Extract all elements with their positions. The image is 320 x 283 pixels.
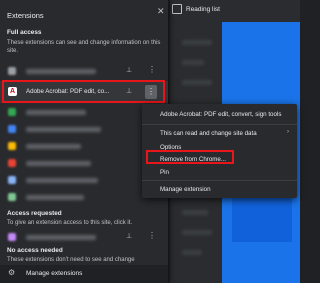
extension-icon bbox=[8, 159, 16, 167]
extension-name-blurred bbox=[26, 110, 86, 115]
reading-list-button[interactable]: Reading list bbox=[172, 2, 220, 16]
highlight-box-acrobat-row bbox=[2, 80, 165, 103]
menu-item-manage-extension[interactable]: Manage extension bbox=[160, 186, 211, 193]
no-access-description: These extensions don't need to see and c… bbox=[7, 257, 135, 263]
pin-icon[interactable]: ⊥ bbox=[126, 232, 132, 240]
full-access-title: Full access bbox=[7, 29, 42, 36]
manage-extensions-link[interactable]: Manage extensions bbox=[26, 270, 82, 277]
extension-icon bbox=[8, 67, 16, 75]
more-icon[interactable]: ⋮ bbox=[148, 65, 156, 75]
extension-name-blurred bbox=[26, 69, 96, 74]
menu-item-site-access[interactable]: This can read and change site data bbox=[160, 130, 257, 137]
full-access-description: These extensions can see and change info… bbox=[7, 40, 161, 54]
menu-separator bbox=[142, 180, 297, 181]
reading-list-label: Reading list bbox=[186, 5, 220, 13]
menu-item-extension-name[interactable]: Adobe Acrobat: PDF edit, convert, sign t… bbox=[160, 111, 281, 118]
extension-name-blurred bbox=[26, 161, 91, 166]
more-icon[interactable]: ⋮ bbox=[148, 231, 156, 241]
extension-name-blurred bbox=[26, 195, 84, 200]
extension-name-blurred bbox=[26, 178, 98, 183]
gear-icon: ⚙ bbox=[8, 268, 16, 277]
extension-icon bbox=[8, 233, 16, 241]
extension-icon bbox=[8, 193, 16, 201]
extension-row[interactable]: ⊥ ⋮ bbox=[0, 229, 168, 245]
extension-row[interactable]: ⊥ ⋮ bbox=[0, 63, 168, 79]
extension-name-blurred bbox=[26, 127, 101, 132]
pin-icon[interactable]: ⊥ bbox=[126, 66, 132, 74]
extension-icon bbox=[8, 142, 16, 150]
highlight-box-remove bbox=[146, 150, 234, 164]
reading-list-icon bbox=[172, 4, 182, 14]
extension-icon bbox=[8, 176, 16, 184]
close-icon[interactable]: ✕ bbox=[157, 6, 165, 17]
extension-icon bbox=[8, 108, 16, 116]
extension-name-blurred bbox=[26, 235, 96, 240]
submenu-arrow-icon: › bbox=[287, 129, 289, 135]
no-access-title: No access needed bbox=[7, 247, 63, 254]
extension-name-blurred bbox=[26, 144, 81, 149]
extension-icon bbox=[8, 125, 16, 133]
menu-separator bbox=[142, 124, 297, 125]
menu-item-pin[interactable]: Pin bbox=[160, 169, 169, 176]
panel-title: Extensions bbox=[7, 11, 44, 20]
access-requested-title: Access requested bbox=[7, 210, 62, 217]
access-requested-description: To give an extension access to this site… bbox=[7, 220, 133, 226]
